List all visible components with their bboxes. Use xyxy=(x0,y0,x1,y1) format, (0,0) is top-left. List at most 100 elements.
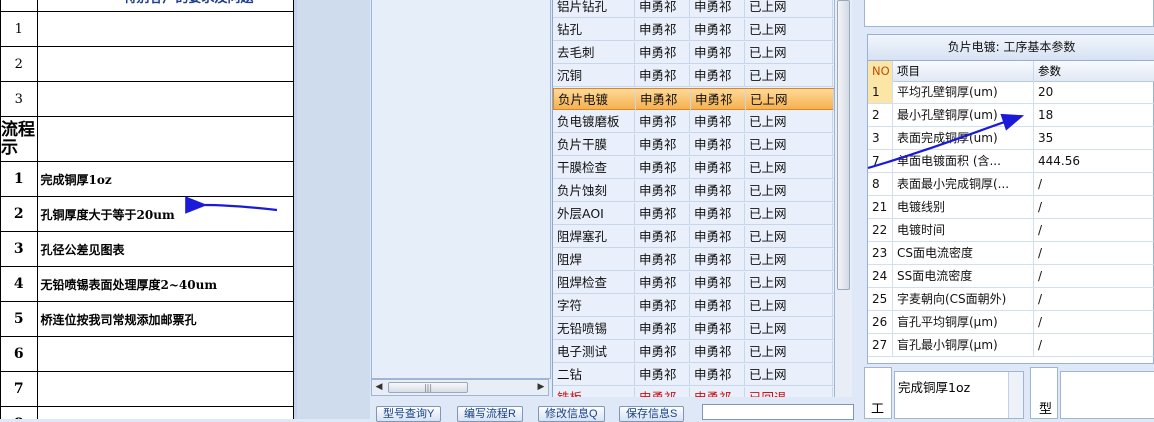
process-row[interactable]: 阻焊检查 申勇祁 申勇祁 已上网 xyxy=(553,272,834,294)
param-row[interactable]: 21 电镀线别 / xyxy=(868,196,1154,219)
reviewer-name: 申勇祁 xyxy=(690,42,745,64)
process-row[interactable]: 负片干膜 申勇祁 申勇祁 已上网 xyxy=(553,134,834,156)
save-info-button[interactable]: 保存信息S xyxy=(619,406,685,422)
scrollbar-thumb[interactable] xyxy=(837,0,850,290)
param-row[interactable]: 26 盲孔平均铜厚(μm) / xyxy=(868,311,1154,334)
process-row[interactable]: 负片蚀刻 申勇祁 申勇祁 已上网 xyxy=(553,180,834,202)
param-row[interactable]: 7 单面电镀面积 (含... 444.56 xyxy=(868,150,1154,173)
scrollbar-thumb[interactable]: ||| xyxy=(388,382,468,393)
process-row[interactable]: 干膜检查 申勇祁 申勇祁 已上网 xyxy=(553,157,834,179)
process-row[interactable]: 电子测试 申勇祁 申勇祁 已上网 xyxy=(553,341,834,363)
table-row: 3 xyxy=(0,81,294,117)
param-no: 21 xyxy=(868,196,893,218)
param-no: 1 xyxy=(868,81,893,103)
col-no-header[interactable]: NO xyxy=(868,61,893,81)
model-textarea[interactable] xyxy=(1060,371,1154,419)
process-row[interactable]: 负片电镀 申勇祁 申勇祁 已上网 xyxy=(553,88,834,111)
row-number: 2 xyxy=(0,196,38,232)
upload-status: 已上网 xyxy=(745,157,833,179)
process-row[interactable]: 负电镀磨板 申勇祁 申勇祁 已上网 xyxy=(553,111,834,133)
label-box: 型 xyxy=(1030,367,1058,419)
model-query-button[interactable]: 型号查询Y xyxy=(376,406,442,422)
notes-scrollbar[interactable] xyxy=(1008,372,1023,418)
process-name: 阻焊检查 xyxy=(553,272,635,294)
param-value: / xyxy=(1034,265,1154,287)
upload-status: 已上网 xyxy=(746,89,834,111)
process-row[interactable]: 铣板申勇祁申勇祁已回退 xyxy=(553,387,834,397)
col-item-header[interactable]: 项目 xyxy=(893,61,1034,81)
process-name: 铝片钻孔 xyxy=(553,0,635,18)
param-row[interactable]: 25 字麦朝向(CS面朝外) / xyxy=(868,288,1154,311)
row-number: 1 xyxy=(0,11,38,47)
process-row[interactable]: 字符 申勇祁 申勇祁 已上网 xyxy=(553,295,834,317)
process-row[interactable]: 外层AOI 申勇祁 申勇祁 已上网 xyxy=(553,203,834,225)
reviewer-name: 申勇祁 xyxy=(690,180,745,202)
reviewer-name: 申勇祁 xyxy=(690,134,745,156)
param-item: 最小孔壁铜厚(um) xyxy=(893,104,1034,126)
table-row: 2 xyxy=(0,46,294,82)
upload-status: 已上网 xyxy=(745,134,833,156)
process-row[interactable]: 去毛刺 申勇祁 申勇祁 已上网 xyxy=(553,42,834,64)
reviewer-name: 申勇祁 xyxy=(690,341,745,363)
scroll-right-icon[interactable]: ▶ xyxy=(535,382,547,393)
param-row[interactable]: 23 CS面电流密度 / xyxy=(868,242,1154,265)
process-row[interactable]: 无铅喷锡 申勇祁 申勇祁 已上网 xyxy=(553,318,834,340)
upload-status: 已上网 xyxy=(745,19,833,41)
file-list-box[interactable] xyxy=(371,0,551,379)
reviewer-name: 申勇祁 xyxy=(690,19,745,41)
process-flow-grid[interactable]: 铝片钻孔 申勇祁 申勇祁 已上网 钻孔 申勇祁 申勇祁 已上网 去毛刺 申勇祁 申勇祁 已上网 沉铜 申勇… xyxy=(552,0,834,397)
param-item: SS面电流密度 xyxy=(893,265,1034,287)
param-item: 表面完成铜厚(um) xyxy=(893,127,1034,149)
param-value: 18 xyxy=(1034,104,1154,126)
creator-name: 申勇祁 xyxy=(635,226,690,248)
param-no: 2 xyxy=(868,104,893,126)
creator-name: 申勇祁 xyxy=(635,157,690,179)
param-row[interactable]: 27 盲孔最小铜厚(μm) / xyxy=(868,334,1154,357)
param-row[interactable]: 3 表面完成铜厚(um) 35 xyxy=(868,127,1154,150)
reviewer-name: 申勇祁 xyxy=(690,65,745,87)
param-row[interactable]: 24 SS面电流密度 / xyxy=(868,265,1154,288)
param-value: / xyxy=(1034,311,1154,333)
process-row[interactable]: 钻孔 申勇祁 申勇祁 已上网 xyxy=(553,19,834,41)
col-value-header[interactable]: 参数 xyxy=(1034,61,1154,81)
table-row: 6 xyxy=(0,336,294,372)
table-row: 流程 示 xyxy=(0,116,294,162)
edit-flow-button[interactable]: 编写流程R xyxy=(457,406,523,422)
process-row[interactable]: 二钻 申勇祁 申勇祁 已上网 xyxy=(553,364,834,386)
bottom-info-area: 工 完成铜厚1oz 型 xyxy=(864,367,1154,419)
process-row[interactable]: 阻焊 申勇祁 申勇祁 已上网 xyxy=(553,249,834,271)
table-row: 8 xyxy=(0,406,294,419)
vertical-scrollbar[interactable] xyxy=(834,0,852,397)
process-name: 负电镀磨板 xyxy=(553,111,635,133)
creator-name: 申勇祁 xyxy=(635,272,690,294)
param-row[interactable]: 22 电镀时间 / xyxy=(868,219,1154,242)
row-text xyxy=(36,116,294,162)
action-toolbar: 型号查询Y 编写流程R 修改信息Q 保存信息S xyxy=(371,398,857,422)
param-row[interactable]: 1 平均孔壁铜厚(um) 20 xyxy=(868,81,1154,104)
search-input[interactable] xyxy=(702,404,854,420)
process-row[interactable]: 铝片钻孔 申勇祁 申勇祁 已上网 xyxy=(553,0,834,18)
upload-status: 已上网 xyxy=(745,180,833,202)
param-no: 25 xyxy=(868,288,893,310)
row-number: 3 xyxy=(0,231,38,267)
label-box: 工 xyxy=(864,367,892,419)
splitter xyxy=(852,0,864,419)
param-row[interactable]: 8 表面最小完成铜厚(... / xyxy=(868,173,1154,196)
modify-info-button[interactable]: 修改信息Q xyxy=(538,406,605,422)
creator-name: 申勇祁 xyxy=(635,295,690,317)
param-value: / xyxy=(1034,288,1154,310)
process-row[interactable]: 沉铜 申勇祁 申勇祁 已上网 xyxy=(553,65,834,87)
process-name: 二钻 xyxy=(553,364,635,386)
upload-status: 已上网 xyxy=(745,42,833,64)
scroll-left-icon[interactable]: ◀ xyxy=(373,382,385,393)
row-text: 桥连位按我司常规添加邮票孔 xyxy=(36,301,294,337)
table-row: 1 xyxy=(0,11,294,47)
param-row[interactable]: 2 最小孔壁铜厚(um) 18 xyxy=(868,104,1154,127)
reviewer-name: 申勇祁 xyxy=(690,157,745,179)
upload-status: 已上网 xyxy=(745,272,833,294)
process-parameters-panel: 负片电镀: 工序基本参数 NO 项目 参数 1 平均孔壁铜厚(um) 20 2 最小孔壁… xyxy=(867,34,1154,364)
notes-textarea[interactable]: 完成铜厚1oz xyxy=(894,371,1024,419)
row-text xyxy=(36,371,294,407)
process-row[interactable]: 阻焊塞孔 申勇祁 申勇祁 已上网 xyxy=(553,226,834,248)
horizontal-scrollbar[interactable]: ◀ ||| ▶ xyxy=(371,379,549,396)
